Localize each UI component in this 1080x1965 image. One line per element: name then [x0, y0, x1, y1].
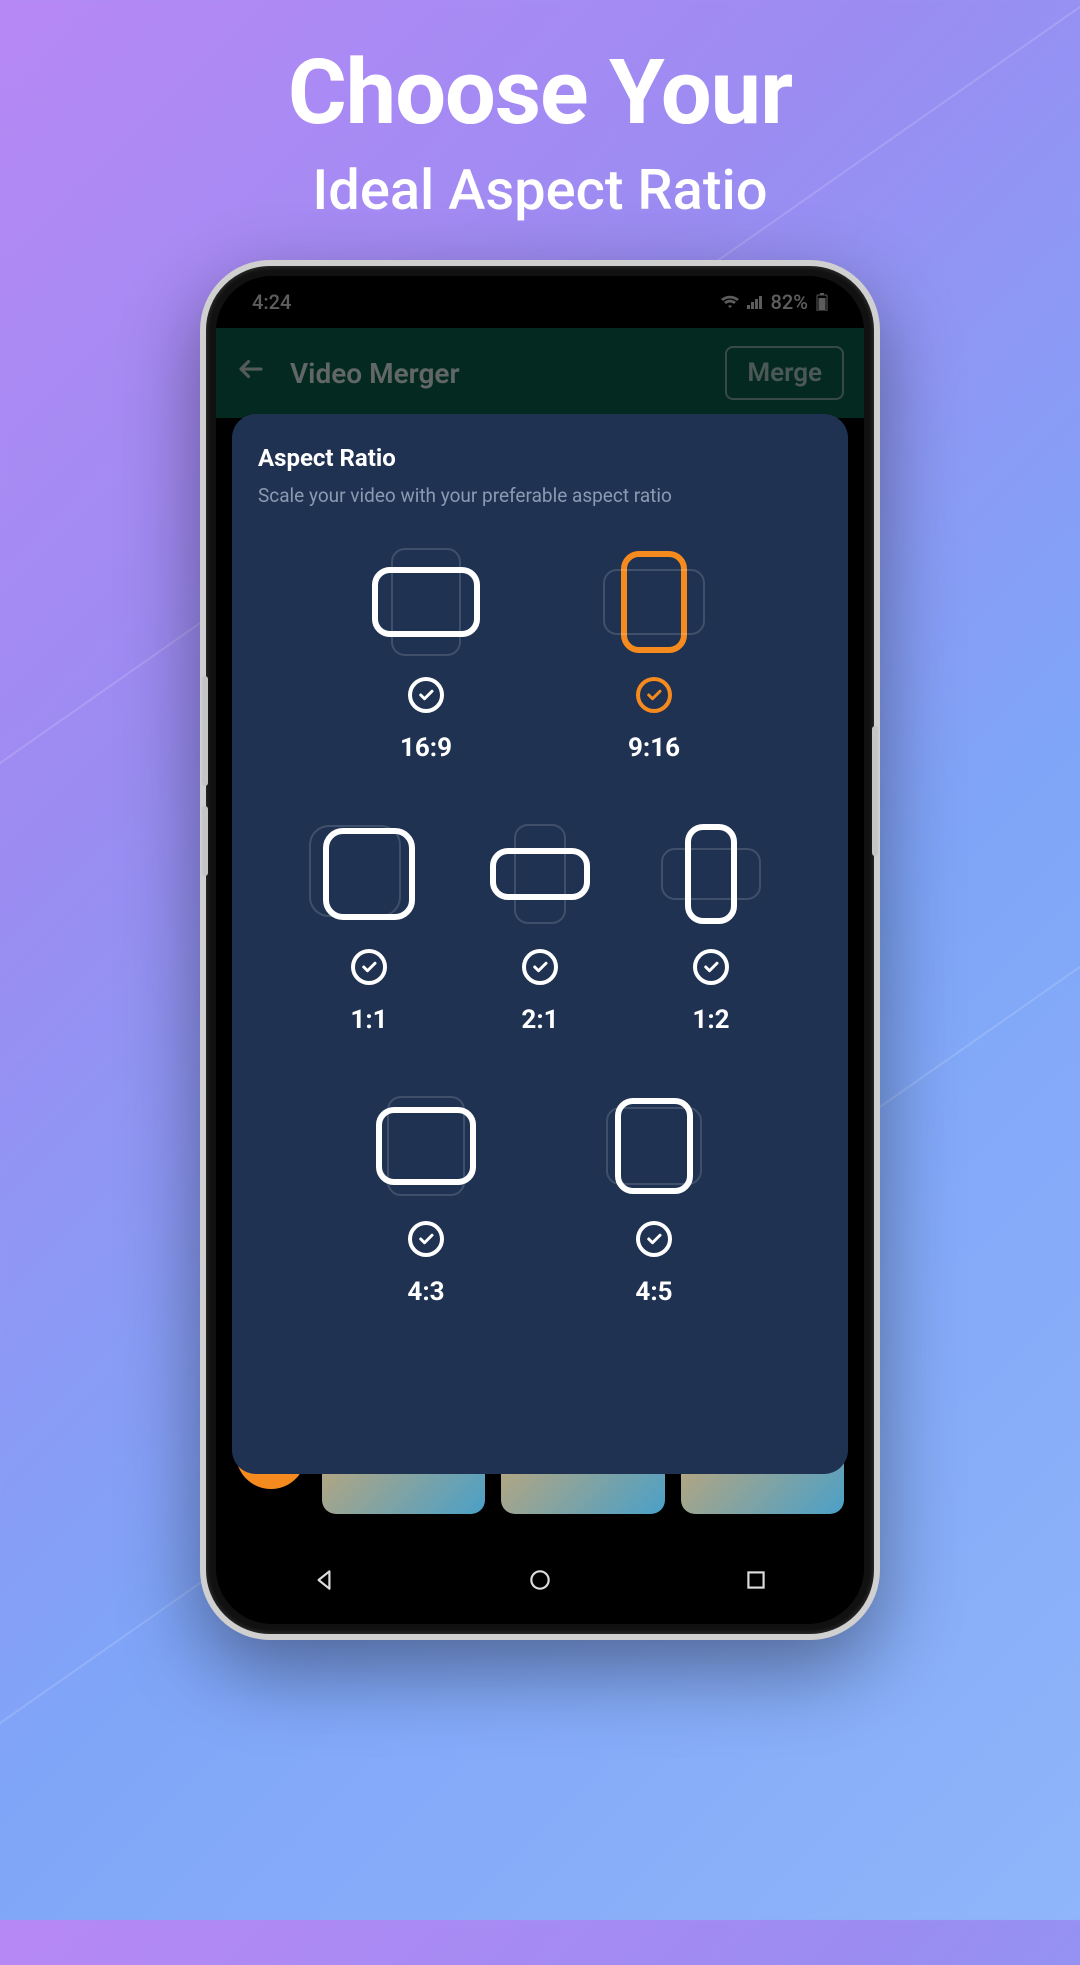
aspect-shape-icon: [594, 1091, 714, 1201]
modal-subtitle: Scale your video with your preferable as…: [258, 484, 822, 507]
aspect-ratio-option-9-16[interactable]: 9:16: [594, 547, 714, 763]
triangle-left-icon: [311, 1567, 337, 1593]
aspect-ratio-option-16-9[interactable]: 16:9: [366, 547, 486, 763]
check-icon: [636, 1221, 672, 1257]
device-volume-button: [202, 806, 208, 876]
aspect-ratio-option-1-1[interactable]: 1:1: [309, 819, 429, 1035]
aspect-ratio-option-4-3[interactable]: 4:3: [366, 1091, 486, 1307]
aspect-shape-icon: [366, 1091, 486, 1201]
aspect-ratio-row: 4:3 4:5: [258, 1091, 822, 1307]
circle-icon: [527, 1567, 553, 1593]
check-icon: [408, 1221, 444, 1257]
aspect-ratio-label: 1:1: [350, 1005, 387, 1035]
check-icon: [408, 677, 444, 713]
aspect-ratio-option-1-2[interactable]: 1:2: [651, 819, 771, 1035]
aspect-ratio-label: 9:16: [628, 733, 680, 763]
aspect-shape-icon: [594, 547, 714, 657]
device-power-button: [872, 726, 878, 856]
aspect-ratio-row: 1:1 2:1 1:2: [258, 819, 822, 1035]
promo-heading: Choose Your Ideal Aspect Ratio: [0, 0, 1080, 223]
screen: 4:24 82% Video Merger Merge: [216, 276, 864, 1624]
aspect-ratio-label: 2:1: [521, 1005, 558, 1035]
aspect-ratio-option-4-5[interactable]: 4:5: [594, 1091, 714, 1307]
aspect-shape-icon: [366, 547, 486, 657]
aspect-shape-icon: [309, 819, 429, 929]
promo-subhead: Ideal Aspect Ratio: [0, 157, 1080, 223]
modal-title: Aspect Ratio: [258, 444, 822, 472]
check-icon: [693, 949, 729, 985]
nav-back-button[interactable]: [309, 1565, 339, 1595]
aspect-ratio-row: 16:9 9:16: [258, 547, 822, 763]
check-icon: [636, 677, 672, 713]
android-nav-bar: [216, 1536, 864, 1624]
aspect-ratio-label: 16:9: [400, 733, 452, 763]
aspect-shape-icon: [480, 819, 600, 929]
aspect-ratio-option-2-1[interactable]: 2:1: [480, 819, 600, 1035]
aspect-ratio-modal: Aspect Ratio Scale your video with your …: [232, 414, 848, 1474]
aspect-ratio-label: 4:5: [635, 1277, 672, 1307]
promo-headline: Choose Your: [0, 40, 1080, 145]
aspect-ratio-label: 1:2: [692, 1005, 729, 1035]
nav-home-button[interactable]: [525, 1565, 555, 1595]
device-volume-button: [202, 676, 208, 786]
aspect-shape-icon: [651, 819, 771, 929]
aspect-ratio-label: 4:3: [407, 1277, 444, 1307]
nav-recent-button[interactable]: [741, 1565, 771, 1595]
aspect-ratio-grid: 16:9 9:16 1:1 2:1 1:2 4:3 4:5: [258, 547, 822, 1307]
check-icon: [522, 949, 558, 985]
square-icon: [743, 1567, 769, 1593]
device-frame: 4:24 82% Video Merger Merge: [200, 260, 880, 1640]
check-icon: [351, 949, 387, 985]
